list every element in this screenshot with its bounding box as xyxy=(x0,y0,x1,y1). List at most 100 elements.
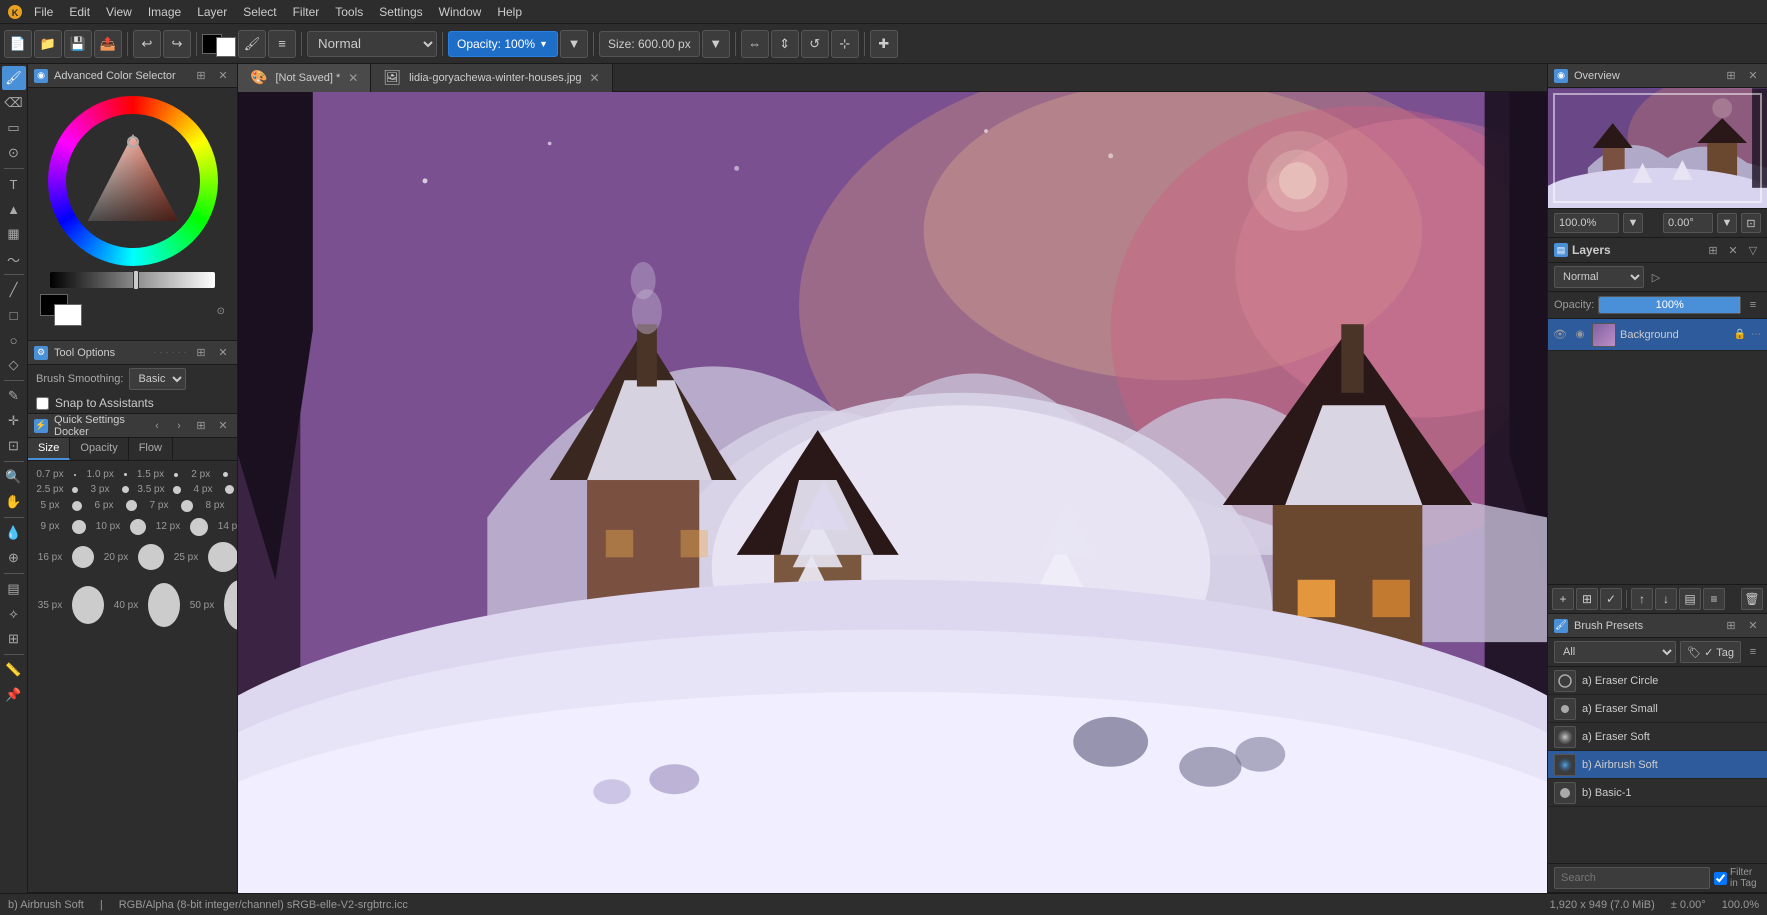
tool-fill[interactable]: ▲ xyxy=(2,197,26,221)
brush-dot-10[interactable] xyxy=(181,500,193,512)
lightness-handle[interactable] xyxy=(133,270,139,290)
brush-dot-22[interactable] xyxy=(224,580,237,630)
fit-to-page-btn[interactable]: ⊡ xyxy=(1741,213,1761,233)
menu-select[interactable]: Select xyxy=(235,3,284,21)
menu-image[interactable]: Image xyxy=(140,3,189,21)
brush-view-options-btn[interactable]: ≡ xyxy=(1745,644,1761,660)
new-button[interactable]: 📄 xyxy=(4,30,32,58)
angle-dropdown-btn[interactable]: ▼ xyxy=(1717,213,1737,233)
menu-layer[interactable]: Layer xyxy=(189,3,235,21)
overview-detach-btn[interactable]: ⊞ xyxy=(1723,68,1739,84)
merge-layers-btn[interactable]: ▤ xyxy=(1679,588,1701,610)
qs-tab-opacity[interactable]: Opacity xyxy=(70,438,128,460)
size-options-btn[interactable]: ▼ xyxy=(702,30,730,58)
brush-dot-3[interactable] xyxy=(223,472,229,477)
group-layers-btn[interactable]: ✓ xyxy=(1600,588,1622,610)
opacity-options-btn[interactable]: ▼ xyxy=(560,30,588,58)
color-wheel-toggle[interactable]: ⊙ xyxy=(217,306,225,317)
opacity-bar[interactable]: 100% xyxy=(1598,296,1741,314)
redo-button[interactable]: ↪ xyxy=(163,30,191,58)
brush-dot-6[interactable] xyxy=(173,486,181,494)
brush-dot-21[interactable] xyxy=(148,583,180,627)
brush-dot-2[interactable] xyxy=(173,473,179,477)
layers-blend-select[interactable]: Normal xyxy=(1554,266,1644,288)
overview-close-btn[interactable]: ✕ xyxy=(1745,68,1761,84)
wrap-btn[interactable]: ↺ xyxy=(801,30,829,58)
tool-lasso[interactable]: ⊙ xyxy=(2,141,26,165)
tool-zoom[interactable]: 🔍 xyxy=(2,465,26,489)
tool-brush[interactable]: 🖌 xyxy=(2,66,26,90)
tool-annotation[interactable]: 📌 xyxy=(2,683,26,707)
menu-help[interactable]: Help xyxy=(489,3,530,21)
menu-filter[interactable]: Filter xyxy=(285,3,328,21)
layers-more-btn[interactable]: ≡ xyxy=(1703,588,1725,610)
canvas-tab-unsaved[interactable]: 🎨 [Not Saved] * ✕ xyxy=(238,64,371,92)
tool-move[interactable]: ✛ xyxy=(2,409,26,433)
tool-layers[interactable]: ▤ xyxy=(2,577,26,601)
tool-crop[interactable]: ⊡ xyxy=(2,434,26,458)
quick-settings-detach-btn[interactable]: ⊞ xyxy=(193,418,209,434)
tool-smudge[interactable]: 〜 xyxy=(2,247,26,271)
tool-eraser[interactable]: ⌫ xyxy=(2,91,26,115)
menu-edit[interactable]: Edit xyxy=(61,3,98,21)
opacity-control[interactable]: Opacity: 100% ▼ xyxy=(448,31,558,57)
brush-dot-17[interactable] xyxy=(138,544,164,570)
menu-file[interactable]: File xyxy=(26,3,61,21)
tool-pan[interactable]: ✋ xyxy=(2,490,26,514)
tool-select-rect[interactable]: ▭ xyxy=(2,116,26,140)
open-button[interactable]: 📁 xyxy=(34,30,62,58)
stabilize-btn[interactable]: ⊹ xyxy=(831,30,859,58)
brush-dot-13[interactable] xyxy=(130,519,146,535)
brush-dot-1[interactable] xyxy=(122,473,128,476)
brush-dot-0[interactable] xyxy=(72,474,78,476)
tool-path[interactable]: ✎ xyxy=(2,384,26,408)
canvas-tab-close-reference[interactable]: ✕ xyxy=(590,71,600,85)
brush-options-btn[interactable]: ≡ xyxy=(268,30,296,58)
brush-dot-20[interactable] xyxy=(72,586,104,624)
tool-text[interactable]: T xyxy=(2,172,26,196)
brush-presets-detach-btn[interactable]: ⊞ xyxy=(1723,618,1739,634)
tool-options-close-btn[interactable]: ✕ xyxy=(215,345,231,361)
filter-in-tag-checkbox[interactable] xyxy=(1714,872,1727,885)
color-wheel-ring[interactable] xyxy=(48,96,218,266)
brush-dot-18[interactable] xyxy=(208,542,237,572)
layer-more-btn[interactable]: ⋯ xyxy=(1749,328,1763,342)
move-up-btn[interactable]: ↑ xyxy=(1631,588,1653,610)
overview-thumbnail[interactable] xyxy=(1548,88,1767,208)
move-down-btn[interactable]: ↓ xyxy=(1655,588,1677,610)
add-layer-btn[interactable]: + xyxy=(1552,588,1574,610)
transform-btn[interactable]: ✚ xyxy=(870,30,898,58)
tool-assistants[interactable]: ⟡ xyxy=(2,602,26,626)
undo-button[interactable]: ↩ xyxy=(133,30,161,58)
color-selector-detach-btn[interactable]: ⊞ xyxy=(193,68,209,84)
blend-mode-select[interactable]: Normal xyxy=(307,31,437,57)
tool-guides[interactable]: ⊞ xyxy=(2,627,26,651)
layers-filter-btn[interactable]: ▽ xyxy=(1745,242,1761,258)
layers-close-btn[interactable]: ✕ xyxy=(1725,242,1741,258)
tool-ellipse[interactable]: ○ xyxy=(2,328,26,352)
mirror-v-btn[interactable]: ⇕ xyxy=(771,30,799,58)
layers-blend-options-btn[interactable]: ▷ xyxy=(1648,269,1664,285)
brush-dot-8[interactable] xyxy=(72,501,82,511)
quick-settings-scroll-left[interactable]: ‹ xyxy=(149,418,165,434)
lightness-slider[interactable] xyxy=(50,272,215,288)
opacity-options-panel-btn[interactable]: ≡ xyxy=(1745,297,1761,313)
menu-settings[interactable]: Settings xyxy=(371,3,430,21)
color-triangle[interactable] xyxy=(78,126,188,236)
brush-dot-4[interactable] xyxy=(72,487,78,493)
brush-dot-5[interactable] xyxy=(122,486,129,493)
tool-multibrush[interactable]: ⊕ xyxy=(2,546,26,570)
menu-view[interactable]: View xyxy=(98,3,140,21)
color-wheel[interactable] xyxy=(48,96,218,266)
opacity-dropdown-icon[interactable]: ▼ xyxy=(539,39,548,49)
layer-lock-btn[interactable]: 🔒 xyxy=(1733,328,1747,342)
quick-settings-close-btn[interactable]: ✕ xyxy=(215,418,231,434)
tool-line[interactable]: ╱ xyxy=(2,278,26,302)
layer-visibility-btn[interactable]: 👁 xyxy=(1552,327,1568,343)
brush-item-basic-1[interactable]: b) Basic-1 xyxy=(1548,779,1767,807)
tag-button[interactable]: 🏷 ✓ Tag xyxy=(1680,641,1741,663)
tool-options-detach-btn[interactable]: ⊞ xyxy=(193,345,209,361)
tool-measure[interactable]: 📏 xyxy=(2,658,26,682)
brush-dot-7[interactable] xyxy=(225,485,234,494)
tool-colorpicker[interactable]: 💧 xyxy=(2,521,26,545)
